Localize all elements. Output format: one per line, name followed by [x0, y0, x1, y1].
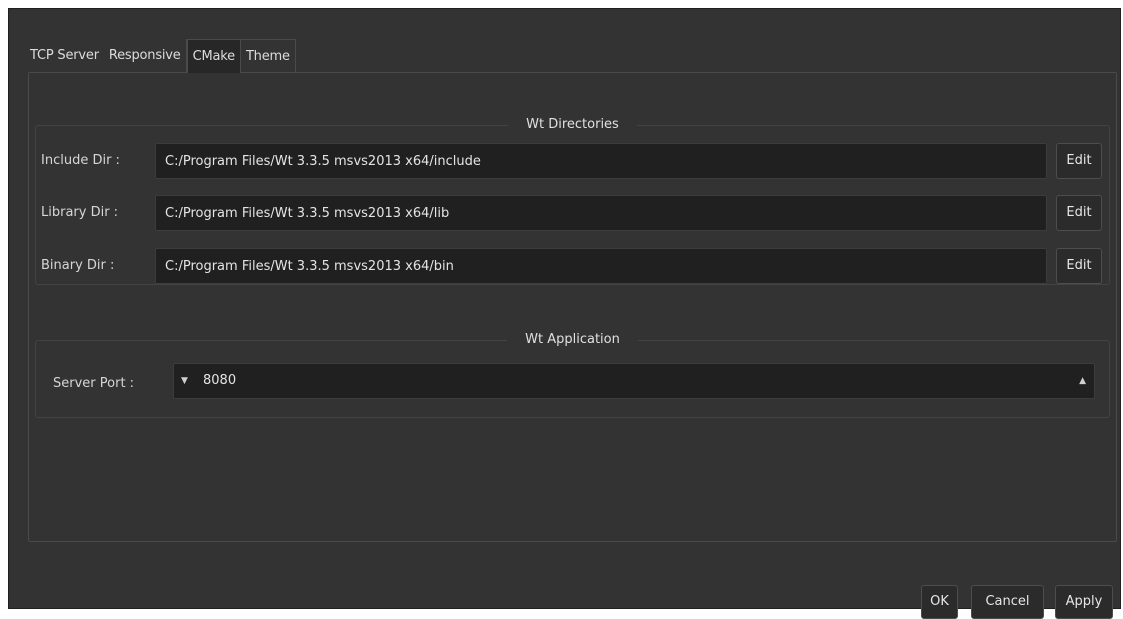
settings-dialog: TCP Server Responsive CMake Theme Wt Dir… — [8, 8, 1121, 619]
include-dir-label: Include Dir : — [41, 153, 120, 168]
increment-arrow-icon[interactable]: ▲ — [1079, 364, 1086, 398]
tab-tcp-server[interactable]: TCP Server — [25, 39, 104, 72]
include-dir-edit-button[interactable]: Edit — [1056, 143, 1102, 179]
tab-responsive[interactable]: Responsive — [103, 39, 187, 72]
ok-button[interactable]: OK — [921, 585, 958, 619]
decrement-arrow-icon[interactable]: ▼ — [181, 364, 188, 398]
wt-application-title: Wt Application — [507, 332, 638, 347]
server-port-label: Server Port : — [53, 376, 135, 391]
library-dir-label: Library Dir : — [41, 205, 119, 220]
binary-dir-field[interactable]: C:/Program Files/Wt 3.3.5 msvs2013 x64/b… — [155, 248, 1047, 284]
wt-directories-group: Wt Directories Include Dir : C:/Program … — [35, 117, 1110, 285]
binary-dir-edit-button[interactable]: Edit — [1056, 248, 1102, 284]
server-port-spinbox[interactable]: ▼ 8080 ▲ — [173, 363, 1095, 399]
wt-application-group: Wt Application Server Port : ▼ 8080 ▲ — [35, 332, 1110, 418]
tab-bar: TCP Server Responsive CMake Theme — [25, 39, 296, 73]
tab-theme[interactable]: Theme — [240, 39, 296, 72]
server-port-value: 8080 — [203, 373, 237, 388]
include-dir-field[interactable]: C:/Program Files/Wt 3.3.5 msvs2013 x64/i… — [155, 143, 1047, 179]
tab-cmake[interactable]: CMake — [186, 39, 241, 73]
apply-button[interactable]: Apply — [1055, 585, 1113, 619]
cancel-button[interactable]: Cancel — [971, 585, 1044, 619]
cmake-tab-pane: Wt Directories Include Dir : C:/Program … — [28, 72, 1117, 542]
library-dir-field[interactable]: C:/Program Files/Wt 3.3.5 msvs2013 x64/l… — [155, 195, 1047, 231]
wt-directories-title: Wt Directories — [508, 117, 637, 132]
library-dir-edit-button[interactable]: Edit — [1056, 195, 1102, 231]
binary-dir-label: Binary Dir : — [41, 258, 115, 273]
